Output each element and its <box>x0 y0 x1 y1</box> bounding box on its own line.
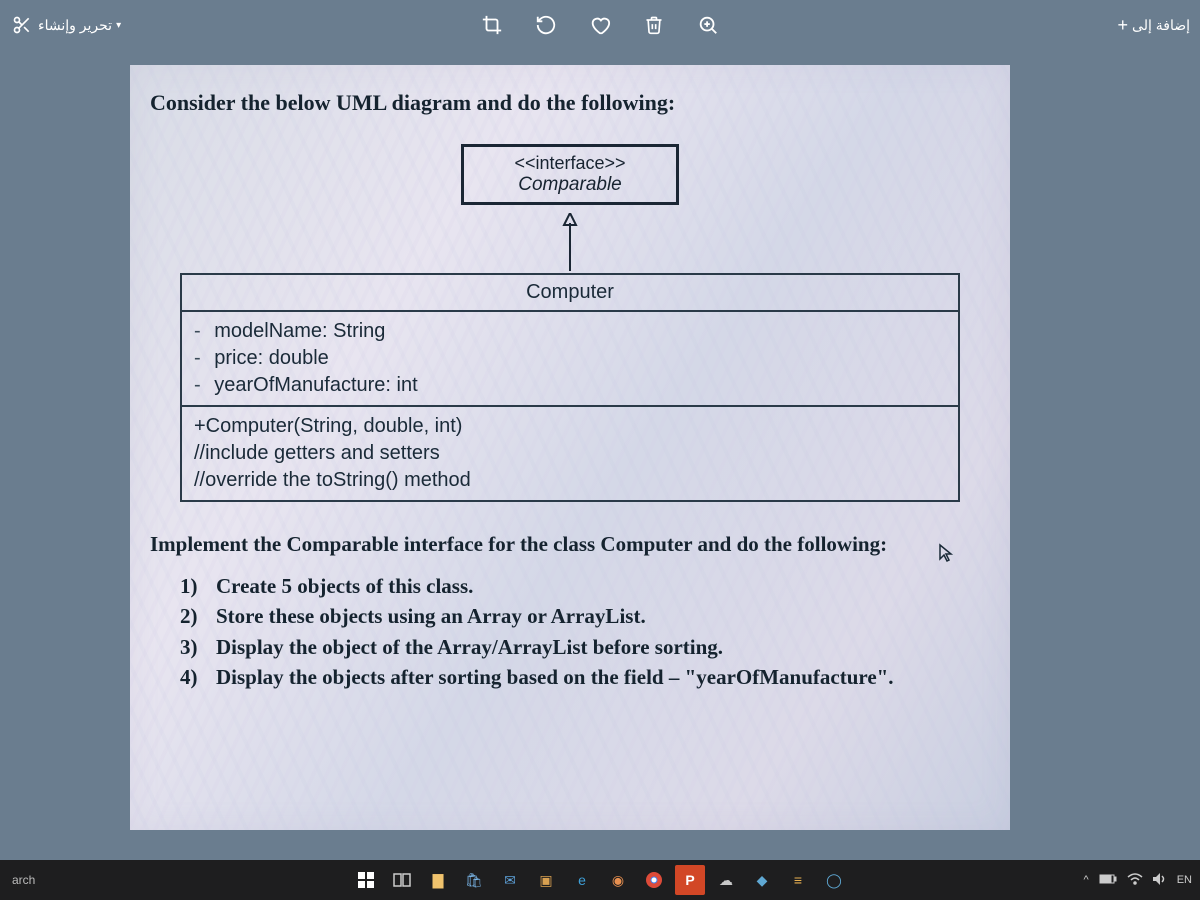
list-item: 2) Store these objects using an Array or… <box>180 601 990 631</box>
document-image-region: Consider the below UML diagram and do th… <box>130 65 1010 830</box>
uml-diagram: <<interface>> Comparable Computer - mode… <box>150 144 990 502</box>
cursor-icon <box>937 543 955 568</box>
language-indicator[interactable]: EN <box>1177 874 1192 886</box>
uml-attributes-section: - modelName: String - price: double - ye… <box>182 312 958 407</box>
instruction-text: Implement the Comparable interface for t… <box>150 532 990 557</box>
windows-taskbar: arch ▇ 🛍 ✉ ▣ e ◉ P ☁ ◆ ≡ ◯ ^ <box>0 860 1200 900</box>
app-icon[interactable]: ≡ <box>783 865 813 895</box>
app-icon[interactable]: ◆ <box>747 865 777 895</box>
store-icon[interactable]: 🛍 <box>459 865 489 895</box>
uml-attribute: - modelName: String <box>194 318 946 345</box>
uml-class-name: Computer <box>182 275 958 312</box>
rotate-icon[interactable] <box>534 13 558 37</box>
chrome-icon[interactable] <box>639 865 669 895</box>
task-view-icon[interactable] <box>387 865 417 895</box>
uml-comment: //override the toString() method <box>194 467 946 494</box>
plus-icon: + <box>1118 15 1129 36</box>
mail-icon[interactable]: ✉ <box>495 865 525 895</box>
uml-stereotype: <<interface>> <box>514 153 625 174</box>
crop-icon[interactable] <box>480 13 504 37</box>
camera-icon[interactable]: ▣ <box>531 865 561 895</box>
wifi-icon[interactable] <box>1127 873 1143 888</box>
heart-icon[interactable] <box>588 13 612 37</box>
uml-methods-section: +Computer(String, double, int) //include… <box>182 407 958 500</box>
edit-create-label: تحرير وإنشاء <box>38 17 112 34</box>
cortana-icon[interactable]: ◯ <box>819 865 849 895</box>
question-heading: Consider the below UML diagram and do th… <box>150 90 990 116</box>
tray-chevron-icon[interactable]: ^ <box>1084 874 1089 886</box>
edge-icon[interactable]: e <box>567 865 597 895</box>
uml-attribute: - price: double <box>194 345 946 372</box>
uml-realization-arrow <box>560 213 580 273</box>
taskbar-search-label[interactable]: arch <box>8 873 35 887</box>
photos-top-toolbar: تحرير وإنشاء ▾ <box>0 0 1200 50</box>
photos-icon[interactable]: ◉ <box>603 865 633 895</box>
uml-method: +Computer(String, double, int) <box>194 413 946 440</box>
battery-icon[interactable] <box>1099 874 1117 887</box>
start-button[interactable] <box>351 865 381 895</box>
list-item: 4) Display the objects after sorting bas… <box>180 662 990 692</box>
scissors-icon <box>10 13 34 37</box>
trash-icon[interactable] <box>642 13 666 37</box>
chevron-down-icon: ▾ <box>116 20 121 31</box>
powerpoint-icon[interactable]: P <box>675 865 705 895</box>
list-item: 3) Display the object of the Array/Array… <box>180 632 990 662</box>
uml-interface-box: <<interface>> Comparable <box>461 144 678 205</box>
steps-list: 1) Create 5 objects of this class. 2) St… <box>150 571 990 693</box>
volume-icon[interactable] <box>1153 873 1167 888</box>
uml-attribute: - yearOfManufacture: int <box>194 372 946 399</box>
list-item: 1) Create 5 objects of this class. <box>180 571 990 601</box>
uml-comment: //include getters and setters <box>194 440 946 467</box>
uml-interface-name: Comparable <box>514 174 625 196</box>
add-to-dropdown[interactable]: + إضافة إلى <box>1118 15 1190 36</box>
add-to-label: إضافة إلى <box>1132 17 1190 34</box>
magnify-icon[interactable] <box>696 13 720 37</box>
file-explorer-icon[interactable]: ▇ <box>423 865 453 895</box>
edit-create-dropdown[interactable]: تحرير وإنشاء ▾ <box>10 13 121 37</box>
uml-class-box: Computer - modelName: String - price: do… <box>180 273 960 502</box>
onedrive-icon[interactable]: ☁ <box>711 865 741 895</box>
